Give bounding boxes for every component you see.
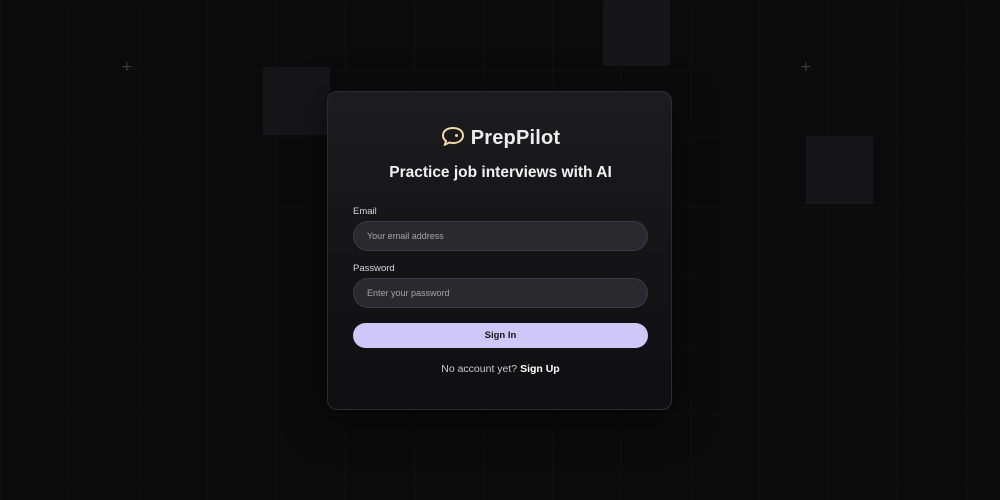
plus-marker-icon: + xyxy=(121,59,133,75)
plus-marker-icon: + xyxy=(800,59,812,75)
signup-prompt-text: No account yet? xyxy=(441,363,518,375)
signup-prompt: No account yet? Sign Up xyxy=(328,363,673,375)
background-tile xyxy=(806,136,873,204)
login-card: PrepPilot Practice job interviews with A… xyxy=(327,91,672,410)
password-field[interactable] xyxy=(353,278,648,308)
sign-up-link[interactable]: Sign Up xyxy=(520,363,560,375)
sign-in-button[interactable]: Sign In xyxy=(353,323,648,348)
background-tile xyxy=(603,0,670,66)
password-label: Password xyxy=(353,263,395,274)
brand-name: PrepPilot xyxy=(470,126,561,149)
email-label: Email xyxy=(353,206,377,217)
email-field[interactable] xyxy=(353,221,648,251)
background-tile xyxy=(263,67,330,135)
brand: PrepPilot xyxy=(328,126,673,150)
speech-bubble-icon xyxy=(441,126,465,150)
tagline: Practice job interviews with AI xyxy=(389,164,612,181)
